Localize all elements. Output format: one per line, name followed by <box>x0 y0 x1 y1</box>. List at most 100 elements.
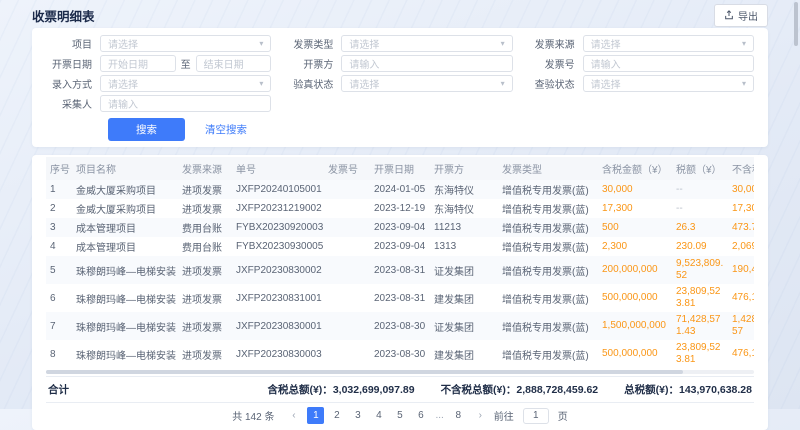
table-row[interactable]: 7珠穆朗玛峰—电梯安装进项发票JXFP202308300012023-08-30… <box>46 312 754 340</box>
goto-unit-label: 页 <box>558 408 568 423</box>
table-cell: 进项发票 <box>178 256 232 284</box>
table-cell <box>324 237 370 256</box>
table-cell: 东海特仪 <box>430 180 498 199</box>
column-header: 开票方 <box>430 157 498 180</box>
prev-page-button[interactable]: ‹ <box>285 407 302 424</box>
filter-label: 查验状态 <box>529 76 583 91</box>
table-cell: 建发集团 <box>430 340 498 368</box>
table-cell: 费用台账 <box>178 218 232 237</box>
page-button[interactable]: 2 <box>328 407 345 424</box>
filter-label: 开票日期 <box>46 56 100 71</box>
page-button[interactable]: 6 <box>412 407 429 424</box>
column-header: 发票号 <box>324 157 370 180</box>
summary-total: 总税额(¥)：143,970,638.28 <box>624 382 752 397</box>
filter-select[interactable]: 请选择▾ <box>583 35 754 52</box>
table-row[interactable]: 5珠穆朗玛峰—电梯安装进项发票JXFP202308300022023-08-31… <box>46 256 754 284</box>
table-cell: JXFP20240105001 <box>232 180 324 199</box>
table-cell: 珠穆朗玛峰—电梯安装 <box>72 312 178 340</box>
page-button[interactable]: 4 <box>370 407 387 424</box>
table-cell: 增值税专用发票(蓝) <box>498 284 598 312</box>
table-cell: 473.7 <box>728 218 754 237</box>
table-cell: 2023-08-31 <box>370 256 430 284</box>
clear-search-button[interactable]: 清空搜索 <box>199 118 253 141</box>
summary-total: 含税总额(¥)：3,032,699,097.89 <box>267 382 414 397</box>
table-cell <box>324 180 370 199</box>
table-cell: 成本管理项目 <box>72 218 178 237</box>
table-cell: JXFP20230831001 <box>232 284 324 312</box>
chevron-down-icon: ▾ <box>259 39 263 48</box>
filter-field: 验真状态请选择▾ <box>287 75 512 92</box>
table-cell: 30,000 <box>598 180 672 199</box>
table-cell: 增值税专用发票(蓝) <box>498 340 598 368</box>
filter-text-input[interactable]: 请输入 <box>100 95 271 112</box>
table-row[interactable]: 4成本管理项目费用台账FYBX202309300052023-09-041313… <box>46 237 754 256</box>
column-header: 开票日期 <box>370 157 430 180</box>
column-header: 序号 <box>46 157 72 180</box>
summary-total-value: 2,888,728,459.62 <box>516 384 598 396</box>
table-cell <box>324 199 370 218</box>
horizontal-scrollbar[interactable] <box>46 370 754 374</box>
table-row[interactable]: 8珠穆朗玛峰—电梯安装进项发票JXFP202308300032023-08-30… <box>46 340 754 368</box>
table-cell: 费用台账 <box>178 237 232 256</box>
topbar: 收票明细表 导出 <box>32 4 768 26</box>
table-panel: 序号项目名称发票来源单号发票号开票日期开票方发票类型含税金额（¥）税额（¥）不含… <box>32 155 768 430</box>
column-header: 发票类型 <box>498 157 598 180</box>
table-row[interactable]: 6珠穆朗玛峰—电梯安装进项发票JXFP202308310012023-08-31… <box>46 284 754 312</box>
table-cell: 2,300 <box>598 237 672 256</box>
filter-select[interactable]: 请选择▾ <box>341 75 512 92</box>
page-button[interactable]: 1 <box>307 407 324 424</box>
table-row[interactable]: 3成本管理项目费用台账FYBX202309200032023-09-041121… <box>46 218 754 237</box>
export-button[interactable]: 导出 <box>714 4 768 27</box>
filter-select[interactable]: 请选择▾ <box>100 35 271 52</box>
table-cell: 进项发票 <box>178 340 232 368</box>
filter-field: 录入方式请选择▾ <box>46 75 271 92</box>
filter-select[interactable]: 请选择 ▾ <box>583 75 754 92</box>
goto-page-input[interactable]: 1 <box>523 408 549 424</box>
column-header: 发票来源 <box>178 157 232 180</box>
table-cell: 17,300 <box>728 199 754 218</box>
summary-total-value: 143,970,638.28 <box>679 384 752 396</box>
table-scroll-area: 序号项目名称发票来源单号发票号开票日期开票方发票类型含税金额（¥）税额（¥）不含… <box>46 157 754 368</box>
table-cell: 进项发票 <box>178 180 232 199</box>
filter-actions: 搜索 清空搜索 <box>108 118 754 141</box>
search-button[interactable]: 搜索 <box>108 118 185 141</box>
page-button[interactable]: 3 <box>349 407 366 424</box>
vertical-scrollbar[interactable] <box>794 2 798 46</box>
table-row[interactable]: 1金威大厦采购项目进项发票JXFP202401050012024-01-05东海… <box>46 180 754 199</box>
table-cell: 证发集团 <box>430 312 498 340</box>
table-cell: 进项发票 <box>178 312 232 340</box>
chevron-down-icon: ▾ <box>742 79 746 88</box>
table-header-row: 序号项目名称发票来源单号发票号开票日期开票方发票类型含税金额（¥）税额（¥）不含… <box>46 157 754 180</box>
table-row[interactable]: 2金威大厦采购项目进项发票JXFP202312190022023-12-19东海… <box>46 199 754 218</box>
filter-field: 查验状态请选择 ▾ <box>529 75 754 92</box>
table-cell: 2023-09-04 <box>370 237 430 256</box>
table-cell: 4 <box>46 237 72 256</box>
table-cell <box>324 256 370 284</box>
table-cell: 2024-01-05 <box>370 180 430 199</box>
filter-text-input[interactable]: 请输入 <box>583 55 754 72</box>
table-cell <box>324 340 370 368</box>
column-header: 项目名称 <box>72 157 178 180</box>
table-cell: 23,809,523.81 <box>672 284 728 312</box>
next-page-button[interactable]: › <box>472 407 489 424</box>
date-end-input[interactable]: 结束日期 <box>196 55 272 72</box>
page-button[interactable]: 8 <box>450 407 467 424</box>
filter-select[interactable]: 请选择▾ <box>341 35 512 52</box>
horizontal-scrollbar-thumb[interactable] <box>46 370 683 374</box>
select-placeholder: 请选择 <box>349 36 379 51</box>
table-cell: 1313 <box>430 237 498 256</box>
select-placeholder: 请选择 <box>591 76 621 91</box>
total-count: 共 142 条 <box>232 408 274 423</box>
filter-field: 发票类型请选择▾ <box>287 35 512 52</box>
table-cell: 8 <box>46 340 72 368</box>
table-cell: 珠穆朗玛峰—电梯安装 <box>72 256 178 284</box>
pagination: 共 142 条 ‹ 123456...8 › 前往 1 页 <box>46 403 754 430</box>
page-list: 123456...8 <box>307 407 466 424</box>
date-start-input[interactable]: 开始日期 <box>100 55 176 72</box>
table-cell: 500 <box>598 218 672 237</box>
table-cell: 2,069.91 <box>728 237 754 256</box>
page-button[interactable]: 5 <box>391 407 408 424</box>
filter-text-input[interactable]: 请输入 <box>341 55 512 72</box>
filter-select[interactable]: 请选择▾ <box>100 75 271 92</box>
table-cell: 建发集团 <box>430 284 498 312</box>
